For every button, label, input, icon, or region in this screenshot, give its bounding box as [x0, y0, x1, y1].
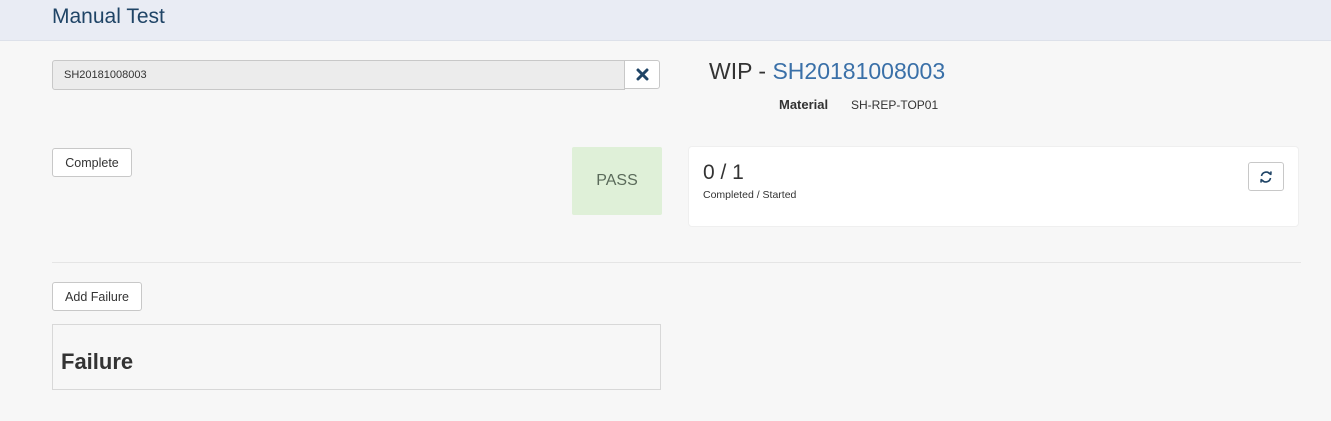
material-value: SH-REP-TOP01: [851, 98, 939, 112]
wip-heading: WIP - SH20181008003: [709, 58, 945, 85]
counter-value: 0 / 1: [703, 161, 744, 184]
refresh-icon: [1260, 170, 1272, 183]
clear-search-button[interactable]: [624, 60, 660, 89]
complete-button[interactable]: Complete: [52, 148, 132, 177]
pass-status-badge[interactable]: PASS: [572, 147, 662, 215]
failure-panel: Failure: [52, 324, 661, 390]
page-title: Manual Test: [52, 5, 165, 28]
pass-status-label: PASS: [596, 172, 638, 189]
wip-search-input[interactable]: [52, 60, 625, 90]
completion-counter-card: 0 / 1 Completed / Started: [689, 147, 1298, 226]
material-label: Material: [779, 97, 829, 112]
close-icon: [636, 68, 648, 81]
section-divider: [52, 262, 1301, 263]
add-failure-button[interactable]: Add Failure: [52, 282, 142, 311]
failure-title: Failure: [61, 349, 134, 374]
wip-prefix: WIP -: [709, 58, 773, 84]
wip-id: SH20181008003: [772, 58, 946, 84]
counter-caption: Completed / Started: [703, 189, 797, 201]
page-header: Manual Test: [0, 0, 1331, 41]
refresh-button[interactable]: [1248, 162, 1284, 191]
